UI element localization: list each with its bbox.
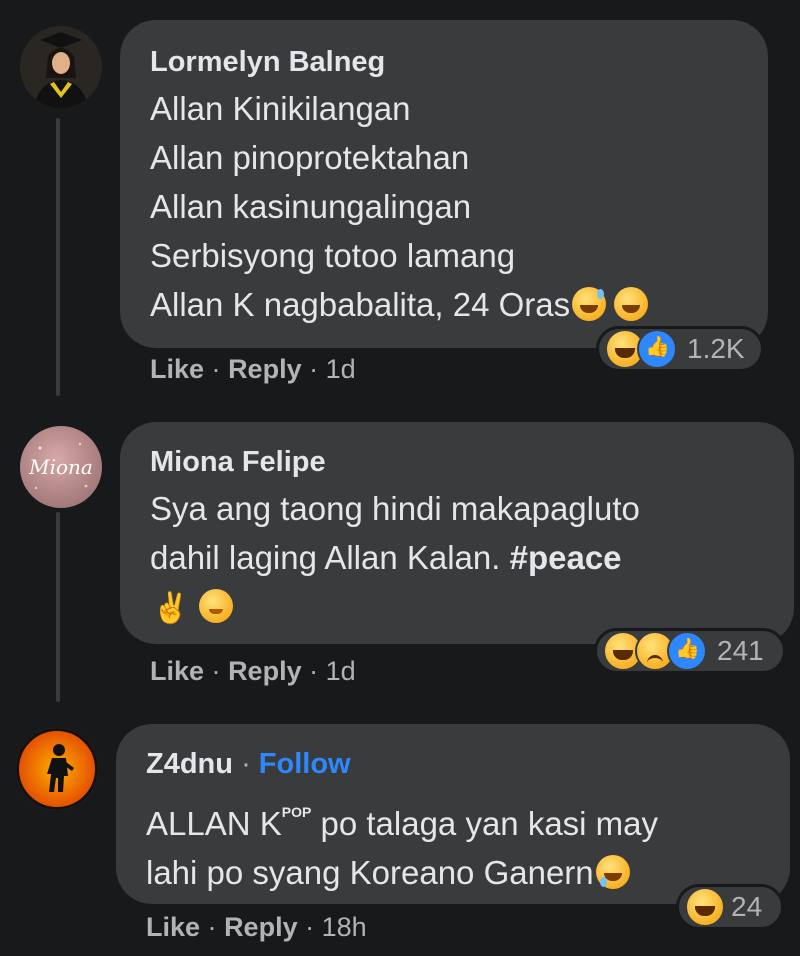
separator: ·: [211, 656, 221, 686]
separator: ·: [211, 354, 221, 384]
timestamp[interactable]: 18h: [322, 912, 367, 942]
like-button[interactable]: Like: [150, 354, 204, 384]
like-icon: [637, 329, 677, 369]
comment-author[interactable]: Miona Felipe: [150, 446, 326, 479]
comment-line-text: ALLAN K: [146, 805, 282, 842]
comment-line: lahi po syang Koreano Ganern: [146, 848, 658, 897]
like-button[interactable]: Like: [146, 912, 200, 942]
comment-line-text: lahi po syang Koreano Ganern: [146, 854, 594, 891]
haha-icon: [685, 887, 725, 927]
comment-line: ALLAN KPOP po talaga yan kasi may: [146, 788, 658, 848]
comment-line: Allan K nagbabalita, 24 Oras: [150, 280, 649, 329]
separator: ·: [207, 912, 217, 942]
comment-line-text: Allan K nagbabalita, 24 Oras: [150, 286, 571, 323]
smiling-emoji-icon: [199, 589, 234, 623]
reply-button[interactable]: Reply: [228, 656, 302, 686]
separator: ·: [309, 656, 319, 686]
comment-author[interactable]: Lormelyn Balneg: [150, 46, 385, 79]
comment-line: Allan kasinungalingan: [150, 188, 472, 225]
hashtag-link[interactable]: #peace: [510, 539, 622, 576]
separator: ·: [309, 354, 319, 384]
reply-button[interactable]: Reply: [224, 912, 298, 942]
follow-button[interactable]: Follow: [259, 748, 351, 780]
comment-line-text: dahil laging Allan Kalan.: [150, 539, 501, 576]
reply-button[interactable]: Reply: [228, 354, 302, 384]
avatar[interactable]: [16, 728, 98, 810]
timestamp[interactable]: 1d: [326, 354, 356, 384]
avatar[interactable]: [20, 26, 102, 108]
separator: ·: [305, 912, 315, 942]
comment-text: Sya ang taong hindi makapagluto dahil la…: [150, 484, 640, 633]
comment-line-text: po talaga yan kasi may: [311, 805, 659, 842]
reaction-count: 1.2K: [687, 333, 745, 364]
like-button[interactable]: Like: [150, 656, 204, 686]
reaction-summary[interactable]: 241: [594, 628, 786, 674]
superscript-text: POP: [281, 804, 312, 820]
timestamp[interactable]: 1d: [326, 656, 356, 686]
reaction-count: 24: [731, 891, 763, 922]
reaction-summary[interactable]: 1.2K: [596, 326, 764, 372]
comment-line: dahil laging Allan Kalan. #peace: [150, 533, 640, 582]
silhouette-avatar-icon: [16, 728, 98, 810]
like-icon: [667, 631, 707, 671]
comment-actions: Like · Reply · 1d: [150, 354, 356, 385]
grinning-emoji-icon: [614, 287, 649, 321]
smiling-tear-emoji-icon: [595, 855, 630, 889]
reaction-count: 241: [717, 635, 764, 666]
comment-text: ALLAN KPOP po talaga yan kasi may lahi p…: [146, 788, 658, 897]
grinning-sweat-emoji-icon: [572, 287, 607, 321]
comment-line: Serbisyong totoo lamang: [150, 237, 516, 274]
comment-line: ✌: [150, 582, 640, 633]
reaction-summary[interactable]: 24: [676, 884, 784, 930]
avatar[interactable]: Miona: [20, 426, 102, 508]
miona-logo-icon: Miona: [28, 442, 93, 490]
victory-hand-emoji-icon: ✌: [152, 592, 190, 625]
comment-line: Sya ang taong hindi makapagluto: [150, 490, 640, 527]
comment-text: Allan Kinikilangan Allan pinoprotektahan…: [150, 84, 649, 329]
comment-actions: Like · Reply · 18h: [146, 912, 367, 943]
comment-header: Z4dnu · Follow: [146, 748, 351, 781]
svg-text:Miona: Miona: [28, 455, 93, 479]
thread-line: [56, 512, 60, 702]
comment-line: Allan pinoprotektahan: [150, 139, 470, 176]
comment-actions: Like · Reply · 1d: [150, 656, 356, 687]
comment-line: Allan Kinikilangan: [150, 90, 411, 127]
thread-line: [56, 118, 60, 396]
separator: ·: [241, 748, 251, 780]
comment-author[interactable]: Z4dnu: [146, 748, 233, 780]
graduate-avatar-icon: [20, 26, 102, 108]
